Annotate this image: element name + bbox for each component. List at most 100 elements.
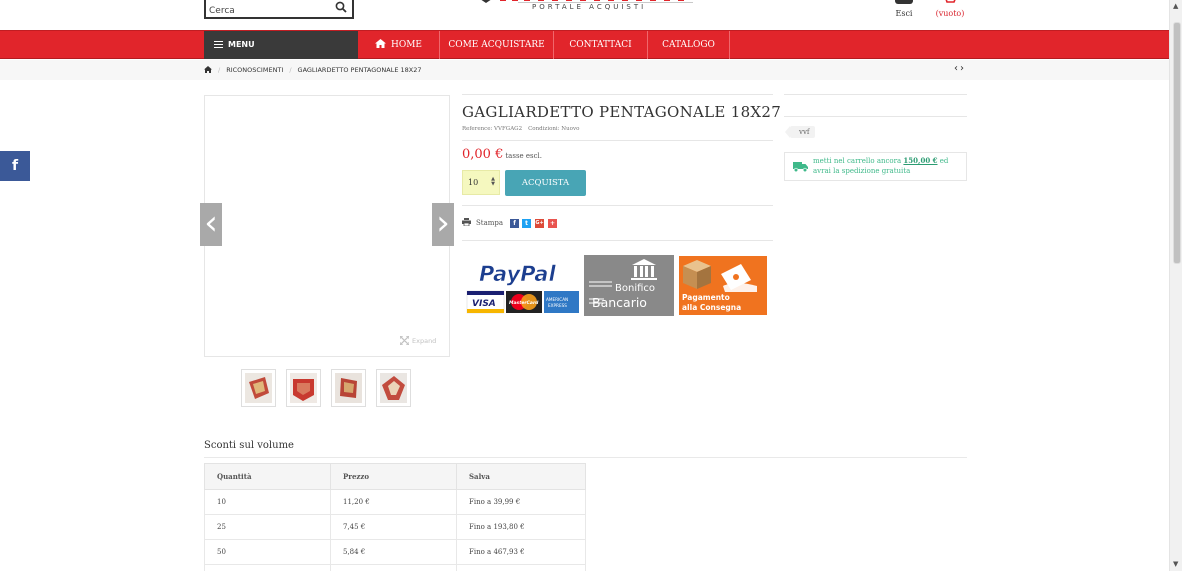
share-facebook-icon[interactable]: f [510, 219, 519, 228]
reference-text: Reference: VVFGAG2 [462, 126, 523, 132]
scroll-down-icon[interactable]: ▼ [1173, 561, 1178, 568]
table-header-row: Quantità Prezzo Salva [204, 463, 586, 490]
print-link[interactable]: Stampa [462, 218, 503, 227]
breadcrumb-bar [0, 60, 1169, 80]
cod-icon: Pagamento alla Consegna [682, 260, 757, 312]
product-tag[interactable]: vvf [785, 126, 815, 138]
nav-contattaci[interactable]: CONTATTACI [554, 31, 648, 59]
expand-label: Expand [412, 337, 437, 345]
divider [462, 240, 773, 241]
table-cell [204, 564, 331, 571]
visa-card-label: VISA [472, 299, 496, 309]
amex-label: AMERICAN [546, 297, 568, 302]
bonifico-line1: Bonifico [615, 283, 655, 294]
truck-icon [793, 162, 808, 172]
thumbnail-4[interactable] [376, 369, 411, 407]
search-icon[interactable] [335, 1, 347, 13]
volume-discount-table: Quantità Prezzo Salva 10 11,20 € Fino a … [204, 463, 586, 571]
home-icon [374, 39, 386, 48]
nav-catalogo[interactable]: CATALOGO [648, 31, 730, 59]
thumbnail-2[interactable] [286, 369, 321, 407]
nav-come-acquistare-label: COME ACQUISTARE [448, 40, 545, 50]
table-cell: 25 [204, 514, 331, 540]
main-nav: MENU HOME COME ACQUISTARE CONTATTACI CAT… [0, 30, 1169, 59]
breadcrumb-category[interactable]: RICONOSCIMENTI [226, 66, 283, 74]
divider [462, 140, 773, 141]
share-googleplus-icon[interactable]: G+ [535, 219, 544, 228]
share-twitter-icon[interactable]: t [522, 219, 531, 228]
product-title: GAGLIARDETTO PENTAGONALE 18X27 [462, 103, 782, 121]
nav-come-acquistare[interactable]: COME ACQUISTARE [440, 31, 554, 59]
svg-text:PayPal: PayPal [479, 262, 556, 286]
thumbnail-3[interactable] [331, 369, 366, 407]
table-cell: 50 [204, 539, 331, 565]
table-cell: 7,45 € [330, 514, 457, 540]
product-page: PORTALE ACQUISTI Esci (vuoto) MENU HOME … [0, 0, 1182, 571]
shipping-text: metti nel carrello ancora 150,00 € ed av… [813, 156, 963, 176]
print-label: Stampa [476, 219, 504, 227]
cod-line1: Pagamento [682, 293, 730, 302]
table-cell [456, 564, 586, 571]
chevron-right-icon: › [436, 203, 450, 243]
cod-line2: alla Consegna [682, 303, 741, 312]
table-row: 10 11,20 € Fino a 39,99 € [204, 489, 586, 515]
quantity-value: 10 [468, 178, 479, 187]
facebook-icon: f [11, 158, 19, 174]
next-product-icon[interactable]: › [960, 63, 966, 74]
page-scrollbar[interactable]: ▲ ▼ [1169, 0, 1182, 571]
bank-icon: Bonifico Bancario [589, 259, 657, 310]
column-header: Quantità [204, 463, 331, 490]
divider [462, 205, 773, 206]
nav-contattaci-label: CONTATTACI [569, 40, 632, 50]
column-header: Prezzo [330, 463, 457, 490]
print-icon [462, 218, 471, 226]
expand-button[interactable]: Expand [400, 336, 436, 345]
site-logo[interactable]: PORTALE ACQUISTI [478, 0, 694, 18]
logout-label[interactable]: Esci [890, 9, 918, 18]
condition-text: Condizioni: Nuovo [528, 126, 580, 132]
user-account[interactable]: Esci [890, 0, 918, 18]
column-header: Salva [456, 463, 586, 490]
cart[interactable]: (vuoto) [932, 0, 968, 18]
free-shipping-notice: metti nel carrello ancora 150,00 € ed av… [784, 152, 967, 181]
thumbnail-1[interactable] [241, 369, 276, 407]
thumbnail-image [245, 373, 272, 403]
table-cell: 10 [204, 489, 331, 515]
logo-subtitle: PORTALE ACQUISTI [532, 3, 647, 11]
scrollbar-thumb[interactable] [1173, 22, 1181, 264]
divider [462, 94, 773, 95]
bonifico-line2: Bancario [592, 295, 647, 310]
buy-button[interactable]: ACQUISTA [505, 170, 586, 196]
breadcrumb-current: GAGLIARDETTO PENTAGONALE 18X27 [297, 66, 422, 74]
svg-text:EXPRESS: EXPRESS [548, 303, 567, 308]
shipping-amount: 150,00 € [903, 156, 938, 165]
nav-home[interactable]: HOME [358, 31, 440, 59]
cart-label[interactable]: (vuoto) [932, 9, 968, 18]
product-reference: Reference: VVFGAG2 Condizioni: Nuovo [462, 126, 585, 132]
menu-toggle[interactable]: MENU [204, 31, 358, 59]
expand-icon [400, 336, 409, 345]
cod-banner: Pagamento alla Consegna [679, 256, 767, 315]
facebook-side-button[interactable]: f [0, 151, 30, 181]
tax-note: tasse escl. [505, 152, 543, 160]
thumbnail-image [335, 373, 362, 403]
table-cell: 5,84 € [330, 539, 457, 565]
quantity-stepper[interactable]: 10 ▲ ▼ [462, 170, 500, 195]
search-input[interactable] [206, 1, 331, 21]
breadcrumb-home-icon[interactable] [204, 66, 212, 73]
product-pager: ‹› [954, 63, 966, 74]
paypal-banner: PayPal VISA MasterCard AMERICAN EXPRESS [465, 255, 581, 316]
thumbnail-image [290, 373, 317, 403]
divider [204, 457, 967, 458]
share-more-icon[interactable]: + [548, 219, 557, 228]
gallery-next-button[interactable]: › [432, 203, 454, 246]
nav-catalogo-label: CATALOGO [662, 40, 715, 50]
table-cell: Fino a 467,93 € [456, 539, 586, 565]
divider [784, 116, 967, 117]
scroll-up-icon[interactable]: ▲ [1173, 3, 1178, 10]
product-image[interactable] [204, 95, 450, 357]
volume-discount-title: Sconti sul volume [204, 440, 294, 451]
stepper-arrows-icon[interactable]: ▲ ▼ [491, 177, 495, 187]
gallery-prev-button[interactable]: ‹ [200, 203, 222, 246]
table-cell [330, 564, 457, 571]
